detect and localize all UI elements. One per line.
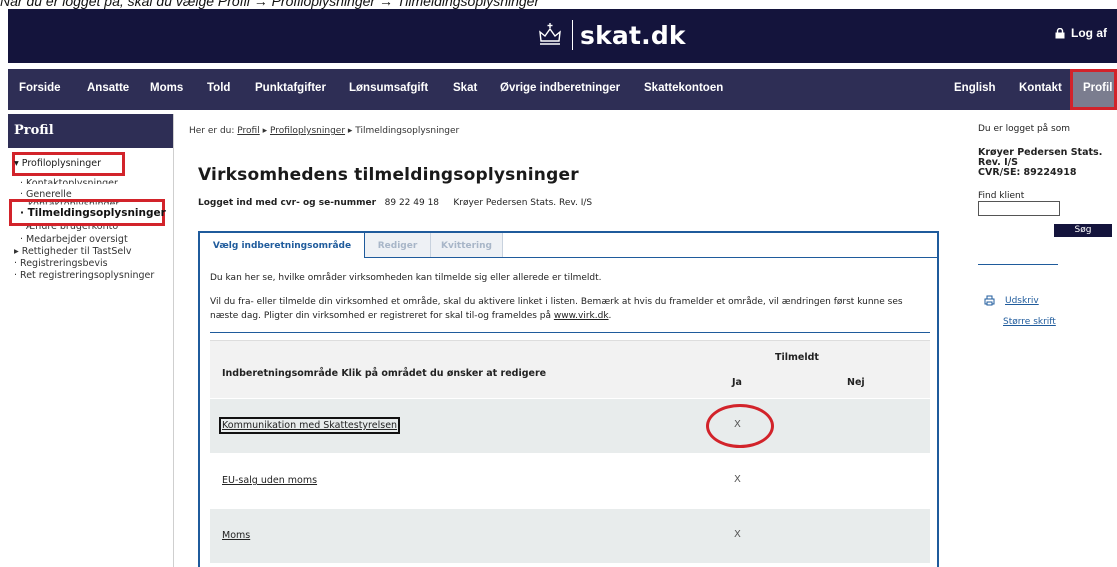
col-header-ja: Ja: [732, 377, 742, 388]
logged-in-number: 89 22 49 18: [384, 198, 440, 208]
sidebar-item-profiloplysninger[interactable]: ▾ Profiloplysninger: [14, 158, 101, 169]
sidebar-item-rettigheder[interactable]: ▸ Rettigheder til TastSelv: [14, 246, 131, 257]
breadcrumb-sep: ▸: [259, 126, 270, 136]
logout-label: Log af: [1071, 26, 1107, 40]
page-title: Virksomhedens tilmeldingsoplysninger: [198, 165, 579, 185]
row-ja-mark: X: [734, 529, 741, 540]
skat-logo[interactable]: skat.dk: [536, 15, 686, 55]
sidebar-item-kontaktoplysninger[interactable]: · Kontaktoplysninger: [20, 178, 118, 184]
larger-text-link[interactable]: Større skrift: [1003, 317, 1056, 327]
tab-kvittering: Kvittering: [431, 233, 503, 257]
sidebar-item-tilmeldingsoplysninger[interactable]: · Tilmeldingsoplysninger: [20, 207, 166, 219]
row-link-kommunikation[interactable]: Kommunikation med Skattestyrelsen: [218, 417, 401, 434]
step-tabs: Vælg indberetningsområde Rediger Kvitter…: [200, 233, 937, 258]
right-divider: [978, 264, 1058, 265]
intro-text: Du kan her se, hvilke områder virksomhed…: [210, 273, 602, 283]
nav-profil-label: Profil: [1083, 82, 1113, 94]
caption-prefix: Når du er logget på, skal du vælge: [0, 0, 218, 9]
breadcrumb-sep: ▸: [345, 126, 356, 136]
logged-in-company: Krøyer Pedersen Stats. Rev. I/S: [453, 198, 593, 208]
brand-name: skat.dk: [580, 20, 686, 50]
sidebar-title: Profil: [8, 114, 174, 148]
sidebar-item-ret-registreringsoplysninger[interactable]: · Ret registreringsoplysninger: [14, 270, 154, 281]
nav-skat[interactable]: Skat: [453, 82, 477, 94]
logged-in-info: Logget ind med cvr- og se-nummer 89 22 4…: [198, 198, 592, 208]
nav-told[interactable]: Told: [207, 82, 230, 94]
nav-punktafgifter[interactable]: Punktafgifter: [255, 82, 326, 94]
main-nav: Forside Ansatte Moms Told Punktafgifter …: [8, 69, 1117, 110]
nav-profil[interactable]: Profil: [1070, 69, 1117, 110]
crown-icon: [539, 23, 561, 45]
nav-kontakt[interactable]: Kontakt: [1019, 82, 1062, 94]
nav-loensumsafgift[interactable]: Lønsumsafgift: [349, 82, 428, 94]
site-header: skat.dk Log af: [8, 9, 1117, 63]
breadcrumb-profil[interactable]: Profil: [237, 126, 259, 136]
logged-as-label: Du er logget på som: [978, 124, 1071, 134]
breadcrumb-prefix: Her er du:: [189, 126, 238, 136]
table-header: Indberetningsområde Klik på området du ø…: [210, 340, 930, 398]
table-row: Moms X: [210, 508, 930, 563]
table-row: EU-salg uden moms X: [210, 453, 930, 508]
logged-in-label: Logget ind med cvr- og se-nummer: [198, 198, 377, 208]
row-ja-mark: X: [734, 474, 741, 485]
col-header-omraade: Indberetningsområde Klik på området du ø…: [222, 368, 547, 379]
instruction-caption: Når du er logget på, skal du vælge Profi…: [0, 0, 539, 9]
find-client-input[interactable]: [978, 201, 1060, 216]
caption-path: Profil → Profiloplysninger → Tilmeldings…: [217, 0, 540, 9]
nav-english[interactable]: English: [954, 82, 996, 94]
content-divider: [210, 332, 930, 333]
breadcrumb-current: Tilmeldingsoplysninger: [355, 126, 460, 136]
col-header-tilmeldt: Tilmeldt: [775, 352, 819, 363]
printer-icon: [984, 295, 995, 306]
logout-button[interactable]: Log af: [1055, 26, 1107, 40]
table-row: Kommunikation med Skattestyrelsen X: [210, 398, 930, 453]
logo-divider: [572, 20, 573, 50]
sidebar-item-medarbejder-oversigt[interactable]: · Medarbejder oversigt: [20, 234, 128, 245]
sidebar: Profil ▾ Profiloplysninger · Kontaktoply…: [8, 114, 174, 567]
sidebar-item-registreringsbevis[interactable]: · Registreringsbevis: [14, 258, 108, 269]
company-cvr: CVR/SE: 89224918: [978, 167, 1077, 178]
search-button[interactable]: Søg: [1054, 224, 1112, 237]
nav-moms[interactable]: Moms: [150, 82, 183, 94]
virk-link[interactable]: www.virk.dk: [554, 311, 609, 321]
highlight-ring: [706, 404, 774, 448]
main-panel: Vælg indberetningsområde Rediger Kvitter…: [198, 231, 939, 567]
sidebar-divider: [173, 114, 174, 567]
print-link[interactable]: Udskriv: [984, 295, 1039, 306]
breadcrumb-profiloplysninger[interactable]: Profiloplysninger: [270, 126, 345, 136]
nav-oevrige-indberetninger[interactable]: Øvrige indberetninger: [500, 82, 620, 94]
breadcrumb: Her er du: Profil ▸ Profiloplysninger ▸ …: [189, 126, 459, 136]
find-client-label: Find klient: [978, 191, 1025, 201]
nav-skattekontoen[interactable]: Skattekontoen: [644, 82, 723, 94]
logged-as-company: Krøyer Pedersen Stats. Rev. I/S CVR/SE: …: [978, 148, 1102, 178]
row-link-eu-salg[interactable]: EU-salg uden moms: [222, 475, 317, 486]
tab-rediger: Rediger: [365, 233, 431, 257]
right-column: Du er logget på som Krøyer Pedersen Stat…: [976, 114, 1117, 567]
nav-ansatte[interactable]: Ansatte: [87, 82, 129, 94]
print-label: Udskriv: [1005, 295, 1039, 306]
lock-icon: [1055, 27, 1065, 38]
tab-vaelg-indberetningsomraade[interactable]: Vælg indberetningsområde: [200, 233, 365, 258]
info-paragraph: Vil du fra- eller tilmelde din virksomhe…: [210, 297, 903, 321]
row-link-moms[interactable]: Moms: [222, 530, 250, 541]
col-header-nej: Nej: [847, 377, 865, 388]
nav-forside[interactable]: Forside: [19, 82, 61, 94]
